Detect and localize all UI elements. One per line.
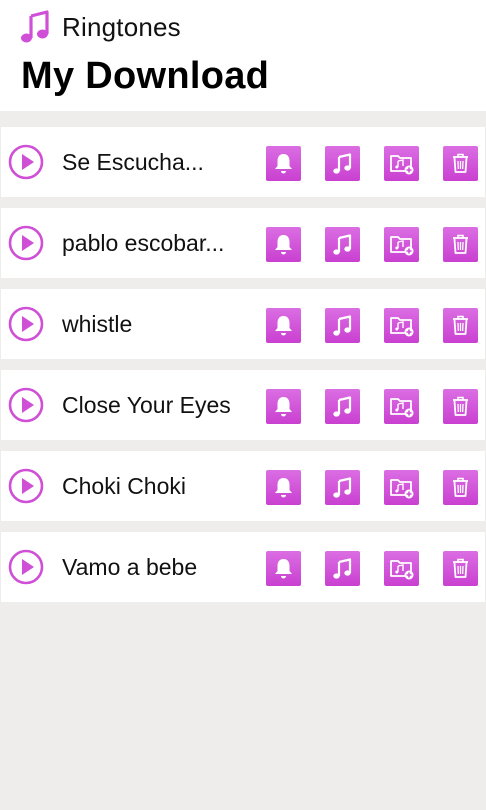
- ringtone-title: whistle: [62, 311, 133, 337]
- download-list: Se Escucha... pablo escobar... whistle C…: [1, 127, 485, 613]
- list-item: Choki Choki: [1, 451, 485, 521]
- folder-add-icon: [390, 398, 414, 418]
- list-item: pablo escobar...: [1, 208, 485, 278]
- trash-icon: [453, 315, 468, 335]
- bell-icon: [275, 316, 292, 336]
- save-to-folder-button[interactable]: [384, 551, 419, 586]
- header: Ringtones My Download: [0, 0, 486, 111]
- play-button[interactable]: [8, 144, 44, 180]
- music-note-icon: [333, 234, 352, 255]
- list-item: Close Your Eyes: [1, 370, 485, 440]
- save-to-folder-button[interactable]: [384, 227, 419, 262]
- bell-icon: [275, 235, 292, 255]
- ringtone-title: Se Escucha...: [62, 149, 204, 175]
- music-note-icon: [333, 315, 352, 336]
- delete-button[interactable]: [443, 146, 478, 181]
- set-music-button[interactable]: [325, 308, 360, 343]
- delete-button[interactable]: [443, 470, 478, 505]
- app-bar: Ringtones: [20, 10, 181, 44]
- list-item: Vamo a bebe: [1, 532, 485, 602]
- music-note-icon: [333, 558, 352, 579]
- music-note-icon: [333, 477, 352, 498]
- delete-button[interactable]: [443, 389, 478, 424]
- trash-icon: [453, 396, 468, 416]
- trash-icon: [453, 234, 468, 254]
- trash-icon: [453, 153, 468, 173]
- set-music-button[interactable]: [325, 389, 360, 424]
- set-ringtone-button[interactable]: [266, 146, 301, 181]
- set-music-button[interactable]: [325, 227, 360, 262]
- play-button[interactable]: [8, 387, 44, 423]
- set-ringtone-button[interactable]: [266, 227, 301, 262]
- set-ringtone-button[interactable]: [266, 470, 301, 505]
- delete-button[interactable]: [443, 227, 478, 262]
- folder-add-icon: [390, 560, 414, 580]
- delete-button[interactable]: [443, 551, 478, 586]
- list-item: Se Escucha...: [1, 127, 485, 197]
- bell-icon: [275, 154, 292, 174]
- music-note-icon: [333, 396, 352, 417]
- bell-icon: [275, 559, 292, 579]
- bell-icon: [275, 478, 292, 498]
- delete-button[interactable]: [443, 308, 478, 343]
- bell-icon: [275, 397, 292, 417]
- play-button[interactable]: [8, 468, 44, 504]
- save-to-folder-button[interactable]: [384, 146, 419, 181]
- save-to-folder-button[interactable]: [384, 308, 419, 343]
- list-item: whistle: [1, 289, 485, 359]
- save-to-folder-button[interactable]: [384, 389, 419, 424]
- folder-add-icon: [390, 155, 414, 175]
- ringtone-title: Choki Choki: [62, 473, 186, 499]
- trash-icon: [453, 477, 468, 497]
- set-music-button[interactable]: [325, 551, 360, 586]
- trash-icon: [453, 558, 468, 578]
- set-music-button[interactable]: [325, 470, 360, 505]
- set-ringtone-button[interactable]: [266, 551, 301, 586]
- play-button[interactable]: [8, 225, 44, 261]
- set-music-button[interactable]: [325, 146, 360, 181]
- folder-add-icon: [390, 479, 414, 499]
- play-button[interactable]: [8, 549, 44, 585]
- folder-add-icon: [390, 236, 414, 256]
- page-title: My Download: [21, 55, 270, 97]
- app-title: Ringtones: [62, 11, 181, 42]
- set-ringtone-button[interactable]: [266, 308, 301, 343]
- ringtone-title: Close Your Eyes: [62, 392, 231, 418]
- folder-add-icon: [390, 317, 414, 337]
- music-note-icon: [333, 153, 352, 174]
- ringtone-title: pablo escobar...: [62, 230, 225, 256]
- ringtone-title: Vamo a bebe: [62, 554, 198, 580]
- save-to-folder-button[interactable]: [384, 470, 419, 505]
- set-ringtone-button[interactable]: [266, 389, 301, 424]
- music-note-icon: [21, 10, 49, 43]
- play-button[interactable]: [8, 306, 44, 342]
